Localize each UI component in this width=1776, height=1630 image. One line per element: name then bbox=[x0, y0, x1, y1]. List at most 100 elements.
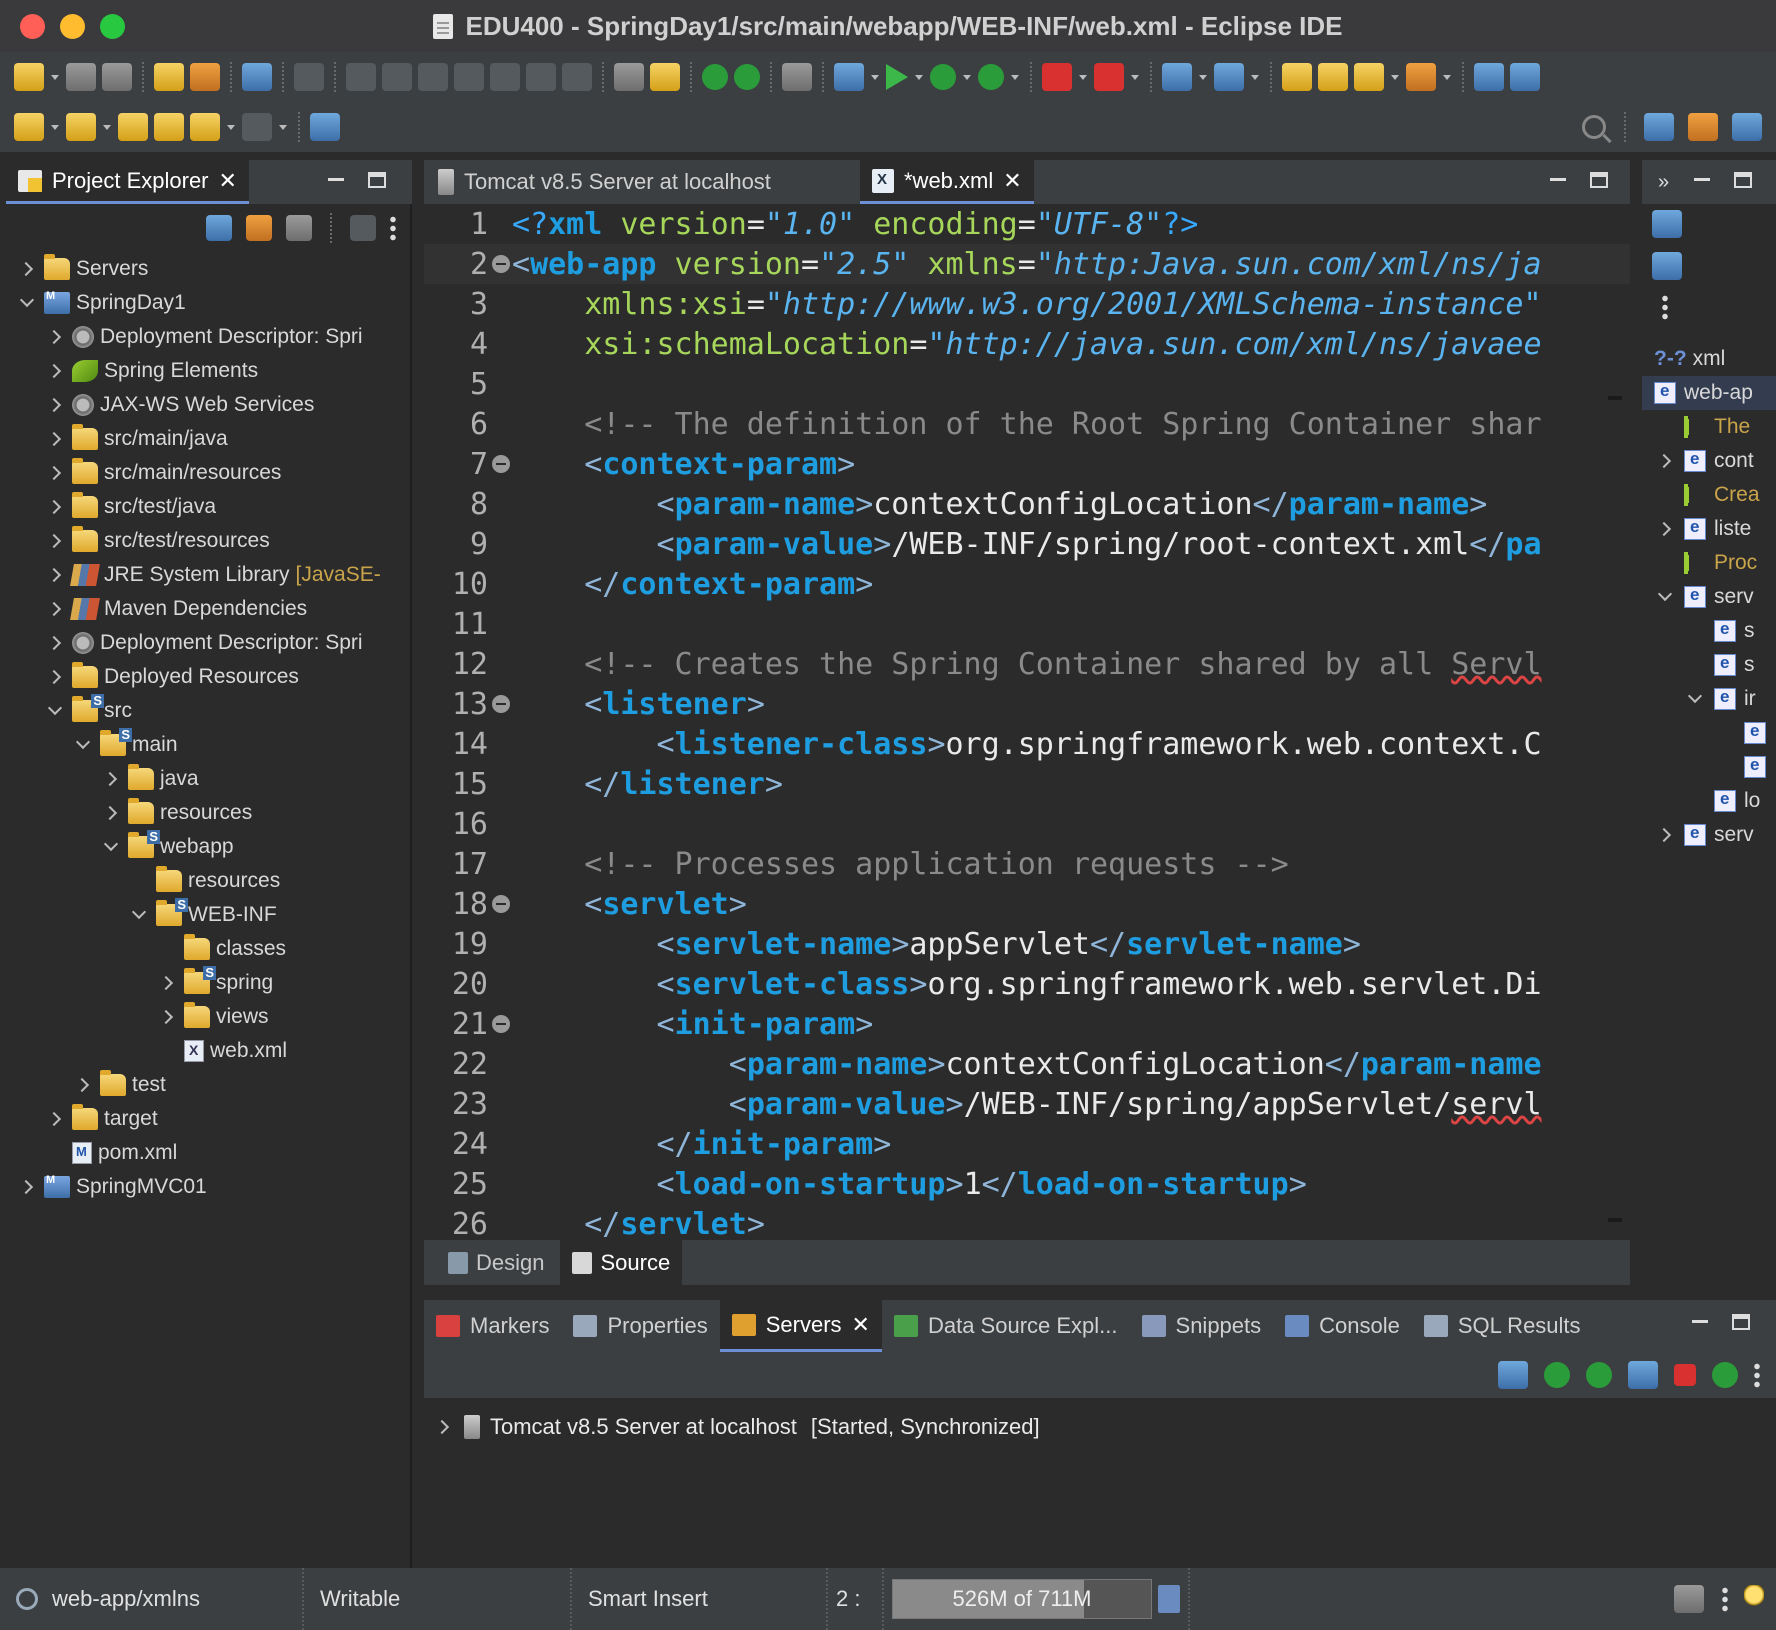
outline-item[interactable]: s bbox=[1642, 648, 1776, 682]
view-menu-icon[interactable] bbox=[1754, 1362, 1760, 1388]
chevron-right-icon[interactable] bbox=[1654, 518, 1676, 540]
spring-new-icon[interactable] bbox=[1214, 63, 1244, 91]
suspend-icon[interactable] bbox=[382, 63, 412, 91]
close-icon[interactable]: ✕ bbox=[219, 168, 237, 194]
open-task-icon[interactable] bbox=[190, 63, 220, 91]
terminate-icon[interactable] bbox=[418, 63, 448, 91]
tab-properties[interactable]: Properties bbox=[561, 1300, 719, 1352]
next-annotation-dropdown-icon[interactable] bbox=[50, 113, 60, 141]
tree-item[interactable]: src/main/resources bbox=[6, 456, 412, 490]
chevron-down-icon[interactable] bbox=[72, 734, 94, 756]
minimize-window-button[interactable] bbox=[60, 14, 85, 39]
new-server-dropdown-icon[interactable] bbox=[1198, 63, 1208, 91]
new-dropdown-icon[interactable] bbox=[50, 63, 60, 91]
coverage-icon[interactable] bbox=[782, 63, 812, 91]
status-menu-icon[interactable] bbox=[1722, 1586, 1728, 1612]
tip-bulb-icon[interactable] bbox=[1744, 1585, 1764, 1613]
server-status-icon[interactable] bbox=[734, 64, 760, 90]
chevron-right-icon[interactable] bbox=[44, 1108, 66, 1130]
server-row-tomcat[interactable]: Tomcat v8.5 Server at localhost [Started… bbox=[424, 1410, 1040, 1444]
forward-edit-icon[interactable] bbox=[154, 113, 184, 141]
tree-item[interactable]: web.xml bbox=[6, 1034, 412, 1068]
new-icon[interactable] bbox=[14, 63, 44, 91]
debug-server-icon[interactable] bbox=[1544, 1362, 1570, 1388]
chevron-right-icon[interactable] bbox=[44, 530, 66, 552]
zoom-window-button[interactable] bbox=[100, 14, 125, 39]
tree-item[interactable]: main bbox=[6, 728, 412, 762]
chevron-right-icon[interactable] bbox=[432, 1416, 454, 1438]
chevron-right-icon[interactable] bbox=[100, 802, 122, 824]
run-external-dropdown-icon[interactable] bbox=[1010, 63, 1020, 91]
drop-to-frame-icon[interactable] bbox=[614, 63, 644, 91]
tab-data-source[interactable]: Data Source Expl... bbox=[882, 1300, 1130, 1352]
fold-toggle-icon[interactable] bbox=[492, 695, 510, 713]
tree-item[interactable]: target bbox=[6, 1102, 412, 1136]
tab-sql-results[interactable]: SQL Results bbox=[1412, 1300, 1593, 1352]
view-menu-icon[interactable] bbox=[390, 215, 396, 241]
outline-item[interactable]: s bbox=[1642, 614, 1776, 648]
tab-tomcat-server[interactable]: Tomcat v8.5 Server at localhost bbox=[424, 160, 860, 204]
chevron-right-icon[interactable] bbox=[44, 598, 66, 620]
code-line[interactable]: 13 <listener> bbox=[424, 684, 1630, 724]
chevron-right-icon[interactable] bbox=[44, 564, 66, 586]
chevron-right-icon[interactable] bbox=[16, 1176, 38, 1198]
stop-server-icon[interactable] bbox=[1674, 1364, 1696, 1386]
tree-item[interactable]: test bbox=[6, 1068, 412, 1102]
code-line[interactable]: 14 <listener-class>org.springframework.w… bbox=[424, 724, 1630, 764]
tree-item[interactable]: Deployment Descriptor: Spri bbox=[6, 320, 412, 354]
fold-toggle-icon[interactable] bbox=[492, 255, 510, 273]
chevron-right-icon[interactable] bbox=[44, 428, 66, 450]
run-icon[interactable] bbox=[886, 64, 908, 90]
spring-perspective-icon[interactable] bbox=[1732, 113, 1762, 141]
tree-item[interactable]: Servers bbox=[6, 252, 412, 286]
collapse-all-icon[interactable] bbox=[1652, 252, 1682, 280]
open-type-icon[interactable] bbox=[154, 63, 184, 91]
tree-item[interactable]: resources bbox=[6, 864, 412, 898]
last-edit-location-icon[interactable] bbox=[118, 113, 148, 141]
outline-item[interactable]: web-ap bbox=[1642, 376, 1776, 410]
chevron-down-icon[interactable] bbox=[128, 904, 150, 926]
tree-item[interactable]: spring bbox=[6, 966, 412, 1000]
tab-snippets[interactable]: Snippets bbox=[1130, 1300, 1274, 1352]
code-line[interactable]: 18 <servlet> bbox=[424, 884, 1630, 924]
outline-item[interactable]: lo bbox=[1642, 784, 1776, 818]
java-ee-perspective-icon[interactable] bbox=[1688, 113, 1718, 141]
collapse-all-icon[interactable] bbox=[1498, 1361, 1528, 1389]
close-icon[interactable]: ✕ bbox=[1003, 168, 1021, 194]
chevron-right-icon[interactable] bbox=[16, 258, 38, 280]
step-return-icon[interactable] bbox=[562, 63, 592, 91]
minimize-icon[interactable] bbox=[1692, 1320, 1708, 1323]
code-line[interactable]: 21 <init-param> bbox=[424, 1004, 1630, 1044]
tab-design[interactable]: Design bbox=[436, 1240, 556, 1285]
run-external-icon[interactable] bbox=[978, 64, 1004, 90]
previous-annotation-dropdown-icon[interactable] bbox=[102, 113, 112, 141]
tree-item[interactable]: Deployed Resources bbox=[6, 660, 412, 694]
step-into-icon[interactable] bbox=[490, 63, 520, 91]
focus-on-task-icon[interactable] bbox=[350, 215, 376, 241]
outline-item[interactable]: serv bbox=[1642, 818, 1776, 852]
tree-item[interactable]: SpringMVC01 bbox=[6, 1170, 412, 1204]
view-menu-icon[interactable] bbox=[1662, 294, 1668, 320]
tree-item[interactable]: JAX-WS Web Services bbox=[6, 388, 412, 422]
code-line[interactable]: 26 </servlet> bbox=[424, 1204, 1630, 1241]
heap-bar[interactable]: 526M of 711M bbox=[892, 1579, 1152, 1619]
resume-icon[interactable] bbox=[346, 63, 376, 91]
code-line[interactable]: 9 <param-value>/WEB-INF/spring/root-cont… bbox=[424, 524, 1630, 564]
publish-icon[interactable] bbox=[1712, 1362, 1738, 1388]
wand-dropdown-icon[interactable] bbox=[1390, 63, 1400, 91]
code-line[interactable]: 24 </init-param> bbox=[424, 1124, 1630, 1164]
use-step-filters-icon[interactable] bbox=[650, 63, 680, 91]
external-tools-icon[interactable] bbox=[1094, 63, 1124, 91]
filter-icon[interactable] bbox=[286, 215, 312, 241]
next-annotation-icon[interactable] bbox=[14, 113, 44, 141]
chevron-down-icon[interactable] bbox=[1684, 688, 1706, 710]
code-line[interactable]: 1 <?xml version="1.0" encoding="UTF-8"?> bbox=[424, 204, 1630, 244]
previous-annotation-icon[interactable] bbox=[66, 113, 96, 141]
outline-item[interactable]: serv bbox=[1642, 580, 1776, 614]
tree-item[interactable]: Deployment Descriptor: Spri bbox=[6, 626, 412, 660]
profile-server-icon[interactable] bbox=[1628, 1361, 1658, 1389]
chevron-right-icon[interactable] bbox=[44, 496, 66, 518]
minimize-icon[interactable] bbox=[1694, 178, 1710, 181]
chevron-down-icon[interactable] bbox=[1654, 586, 1676, 608]
skip-breakpoints-icon[interactable] bbox=[294, 63, 324, 91]
